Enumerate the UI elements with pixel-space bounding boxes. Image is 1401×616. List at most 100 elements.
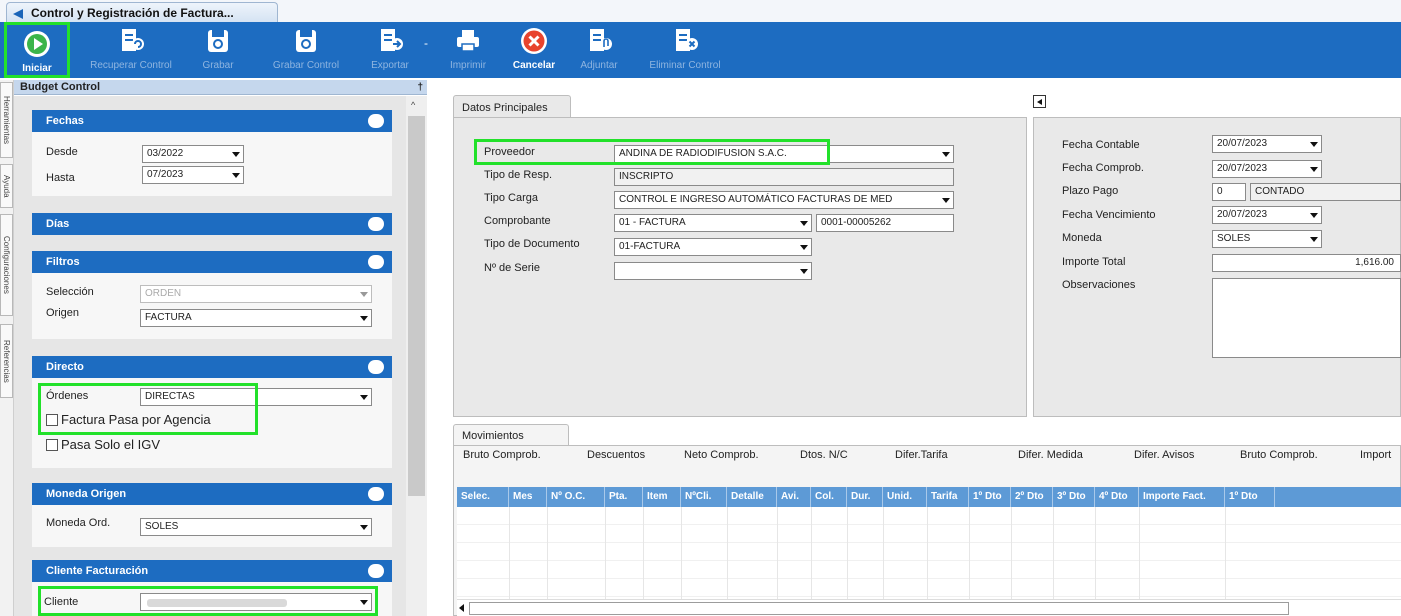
importe-total-field[interactable]: 1,616.00 [1212, 254, 1401, 272]
comprobante-numero-field[interactable]: 0001-00005262 [816, 214, 954, 232]
fecha-comprob-value: 20/07/2023 [1217, 163, 1268, 174]
fecha-comprob-select[interactable]: 20/07/2023 [1212, 160, 1322, 178]
seleccion-label: Selección [46, 286, 94, 298]
origen-label: Origen [46, 307, 80, 319]
scroll-up-icon[interactable]: ^ [411, 100, 415, 110]
section-moneda-header[interactable]: Moneda Origen [32, 483, 392, 505]
fecha-contable-select[interactable]: 20/07/2023 [1212, 135, 1322, 153]
observaciones-label: Observaciones [1062, 279, 1136, 291]
column-header[interactable]: Mes [509, 487, 547, 507]
origen-select[interactable]: FACTURA [140, 309, 372, 327]
grid-horizontal-scrollbar[interactable] [457, 599, 1401, 616]
moneda-select[interactable]: SOLES [1212, 230, 1322, 248]
tipo-carga-select[interactable]: CONTROL E INGRESO AUTOMÁTICO FACTURAS DE… [614, 191, 954, 209]
section-filtros-header[interactable]: Filtros [32, 251, 392, 273]
serie-select[interactable] [614, 262, 812, 280]
eliminar-control-button[interactable]: Eliminar Control [632, 22, 738, 78]
tipo-documento-select[interactable]: 01-FACTURA [614, 238, 812, 256]
fecha-contable-label: Fecha Contable [1062, 139, 1140, 151]
column-header[interactable]: Detalle [727, 487, 777, 507]
comprobante-select[interactable]: 01 - FACTURA [614, 214, 812, 232]
adjuntar-button[interactable]: Adjuntar [570, 22, 628, 78]
column-header[interactable]: 3º Dto [1053, 487, 1095, 507]
column-divider [1139, 507, 1140, 599]
column-header[interactable]: 1º Dto [969, 487, 1011, 507]
column-header[interactable]: Importe Fact. [1139, 487, 1225, 507]
section-filtros-body [32, 273, 392, 339]
adjuntar-label: Adjuntar [580, 60, 618, 71]
column-header[interactable]: Item [643, 487, 681, 507]
budget-panel-scrollbar[interactable]: ^ [406, 96, 427, 616]
play-icon [24, 31, 50, 57]
pin-icon[interactable]: † [417, 80, 423, 95]
column-header[interactable]: Selec. [457, 487, 509, 507]
checkbox-box[interactable] [46, 438, 58, 451]
table-row[interactable] [457, 525, 1401, 543]
column-divider [847, 507, 848, 599]
column-header[interactable]: Nº O.C. [547, 487, 605, 507]
column-divider [1225, 507, 1226, 599]
window-tab[interactable]: Control y Registración de Factura... [6, 2, 278, 22]
column-header[interactable]: Pta. [605, 487, 643, 507]
section-toggle-icon[interactable] [368, 114, 384, 128]
side-tab-configuraciones[interactable]: Configuraciones [0, 214, 13, 316]
section-toggle-icon[interactable] [368, 360, 384, 374]
document-export-icon [381, 29, 403, 51]
side-tab-herramientas[interactable]: Herramientas [0, 82, 13, 158]
scrollbar-thumb[interactable] [469, 602, 1289, 615]
section-cliente-header[interactable]: Cliente Facturación [32, 560, 392, 582]
movimientos-grid-header: Selec. Mes Nº O.C. Pta. Item NºCli. Deta… [457, 487, 1401, 507]
solo-igv-checkbox[interactable]: Pasa Solo el IGV [46, 437, 160, 452]
section-toggle-icon[interactable] [368, 217, 384, 231]
column-header[interactable]: NºCli. [681, 487, 727, 507]
column-header[interactable]: 1º Dto [1225, 487, 1275, 507]
imprimir-button[interactable]: Imprimir [440, 22, 496, 78]
column-header[interactable]: Unid. [883, 487, 927, 507]
column-divider [643, 507, 644, 599]
table-row[interactable] [457, 543, 1401, 561]
section-dias-header[interactable]: Días [32, 213, 392, 235]
moneda-ord-select[interactable]: SOLES [140, 518, 372, 536]
exportar-button[interactable]: Exportar [362, 22, 418, 78]
column-header[interactable]: 2º Dto [1011, 487, 1053, 507]
column-header[interactable]: Avi. [777, 487, 811, 507]
grabar-control-button[interactable]: Grabar Control [258, 22, 354, 78]
scroll-left-icon[interactable] [459, 604, 464, 612]
tab-datos-principales[interactable]: Datos Principales [453, 95, 571, 118]
scrollbar-thumb[interactable] [408, 116, 425, 496]
side-tab-referencias[interactable]: Referencias [0, 324, 13, 398]
plazo-dias-field[interactable]: 0 [1212, 183, 1246, 201]
section-fechas-header[interactable]: Fechas [32, 110, 392, 132]
chevron-down-icon [800, 269, 808, 274]
column-header[interactable]: Tarifa [927, 487, 969, 507]
section-toggle-icon[interactable] [368, 255, 384, 269]
moneda-ord-label: Moneda Ord. [46, 517, 111, 529]
tab-movimientos[interactable]: Movimientos [453, 424, 569, 446]
column-header[interactable]: Col. [811, 487, 847, 507]
moneda-ord-value: SOLES [145, 521, 179, 532]
grabar-button[interactable]: Grabar [196, 22, 240, 78]
section-toggle-icon[interactable] [368, 487, 384, 501]
fecha-vencimiento-value: 20/07/2023 [1217, 209, 1268, 220]
table-row[interactable] [457, 579, 1401, 597]
table-row[interactable] [457, 561, 1401, 579]
table-row[interactable] [457, 507, 1401, 525]
desde-select[interactable]: 03/2022 [142, 145, 244, 163]
section-toggle-icon[interactable] [368, 564, 384, 578]
column-header[interactable]: Dur. [847, 487, 883, 507]
chevron-down-icon [1310, 213, 1318, 218]
column-header[interactable]: 4º Dto [1095, 487, 1139, 507]
solo-igv-label: Pasa Solo el IGV [61, 437, 160, 452]
cancelar-button[interactable]: Cancelar [504, 22, 564, 78]
plazo-texto-field: CONTADO [1250, 183, 1401, 201]
collapse-left-icon[interactable] [1033, 95, 1046, 108]
observaciones-textarea[interactable] [1212, 278, 1401, 358]
recuperar-control-button[interactable]: Recuperar Control [76, 22, 186, 78]
hasta-select[interactable]: 07/2023 [142, 166, 244, 184]
side-tab-ayuda[interactable]: Ayuda [0, 164, 13, 208]
section-directo-header[interactable]: Directo [32, 356, 392, 378]
section-fechas-title: Fechas [46, 115, 84, 127]
iniciar-button[interactable]: Iniciar [4, 22, 70, 78]
fecha-vencimiento-select[interactable]: 20/07/2023 [1212, 206, 1322, 224]
serie-label: Nº de Serie [484, 262, 540, 274]
